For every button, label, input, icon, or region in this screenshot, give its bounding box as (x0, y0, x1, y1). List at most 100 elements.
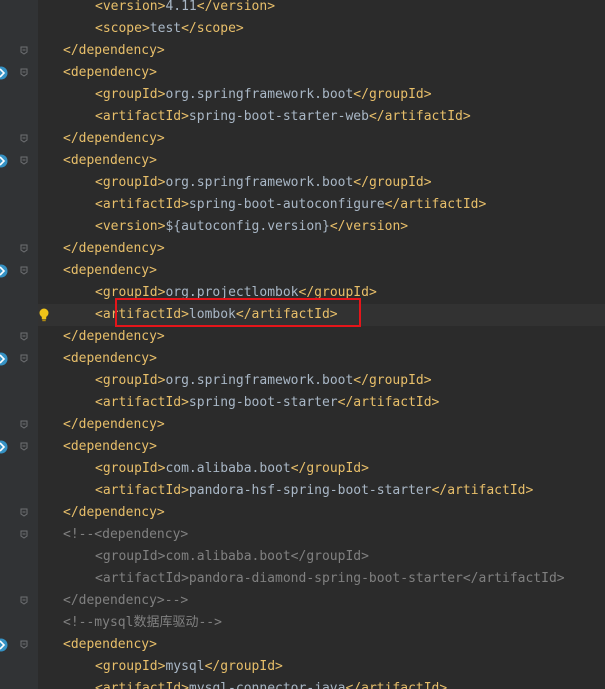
fold-marker-icon[interactable] (20, 46, 28, 55)
code-editor[interactable]: <version>4.11</version> <scope>test</scop… (0, 0, 605, 689)
xml-tag: </groupId> (353, 175, 432, 190)
code-line[interactable]: </dependency> (63, 414, 165, 436)
xml-value: 4.11 (165, 0, 197, 14)
code-line[interactable]: <version>4.11</version> (95, 0, 275, 18)
code-line[interactable]: <dependency> (63, 62, 157, 84)
code-line[interactable]: <artifactId>pandora-diamond-spring-boot-… (95, 568, 565, 590)
xml-tag: </artifactId> (384, 197, 487, 212)
xml-value: spring-boot-autoconfigure (188, 197, 385, 212)
code-line[interactable]: <version>${autoconfig.version}</version> (95, 216, 408, 238)
xml-tag: </artifactId> (345, 681, 448, 689)
xml-value: org.springframework.boot (165, 373, 354, 388)
xml-tag: <groupId> (95, 87, 166, 102)
xml-value: org.projectlombok (165, 285, 299, 300)
code-line[interactable]: <groupId>com.alibaba.boot</groupId> (95, 546, 369, 568)
xml-value: mysql (165, 659, 205, 674)
code-line[interactable]: </dependency> (63, 238, 165, 260)
maven-dependency-icon[interactable] (0, 440, 8, 454)
code-line[interactable]: <dependency> (63, 150, 157, 172)
xml-value: pandora-hsf-spring-boot-starter (188, 483, 432, 498)
xml-value: lombok (188, 307, 236, 322)
code-line[interactable]: <artifactId>spring-boot-starter</artifac… (95, 392, 439, 414)
fold-marker-icon[interactable] (20, 332, 28, 341)
xml-tag: <version> (95, 0, 166, 14)
editor-gutter[interactable] (0, 0, 38, 689)
intention-bulb-icon[interactable] (38, 308, 50, 322)
xml-tag: <dependency> (63, 263, 157, 278)
xml-value: com.alibaba.boot (165, 461, 291, 476)
xml-tag: </version> (329, 219, 409, 234)
fold-marker-icon[interactable] (20, 640, 28, 649)
code-line[interactable]: </dependency> (63, 326, 165, 348)
code-line[interactable]: <groupId>org.springframework.boot</group… (95, 370, 432, 392)
code-line[interactable]: <artifactId>spring-boot-starter-web</art… (95, 106, 471, 128)
fold-marker-icon[interactable] (20, 134, 28, 143)
fold-marker-icon[interactable] (20, 420, 28, 429)
fold-marker-icon[interactable] (20, 244, 28, 253)
code-line[interactable]: <dependency> (63, 348, 157, 370)
fold-marker-icon[interactable] (20, 508, 28, 517)
code-line[interactable]: <dependency> (63, 260, 157, 282)
xml-comment: <groupId>com.alibaba.boot</groupId> (95, 549, 369, 564)
code-line[interactable]: <groupId>org.springframework.boot</group… (95, 84, 432, 106)
xml-tag: </dependency> (63, 417, 165, 432)
maven-dependency-icon[interactable] (0, 264, 8, 278)
xml-value: org.springframework.boot (165, 87, 354, 102)
code-line[interactable]: <!--mysql数据库驱动--> (63, 612, 222, 634)
xml-tag: <scope> (95, 21, 150, 36)
fold-marker-icon[interactable] (20, 266, 28, 275)
fold-marker-icon[interactable] (20, 442, 28, 451)
code-line[interactable]: <artifactId>spring-boot-autoconfigure</a… (95, 194, 486, 216)
xml-tag: <dependency> (63, 153, 157, 168)
maven-dependency-icon[interactable] (0, 352, 8, 366)
xml-tag: </dependency> (63, 241, 165, 256)
xml-comment: <artifactId>pandora-diamond-spring-boot-… (95, 571, 565, 586)
xml-tag: </dependency> (63, 131, 165, 146)
fold-marker-icon[interactable] (20, 596, 28, 605)
code-line[interactable]: <artifactId>lombok</artifactId> (95, 304, 338, 326)
fold-marker-icon[interactable] (20, 354, 28, 363)
code-line[interactable]: </dependency>--> (63, 590, 188, 612)
code-line[interactable]: </dependency> (63, 128, 165, 150)
maven-dependency-icon[interactable] (0, 154, 8, 168)
xml-tag: </groupId> (290, 461, 369, 476)
code-line[interactable]: <scope>test</scope> (95, 18, 244, 40)
code-line[interactable]: <groupId>mysql</groupId> (95, 656, 283, 678)
xml-tag: <artifactId> (95, 307, 189, 322)
xml-comment: <!--<dependency> (63, 527, 189, 542)
code-line[interactable]: </dependency> (63, 40, 165, 62)
xml-value: mysql-connector-java (188, 681, 346, 689)
xml-tag: <dependency> (63, 439, 157, 454)
xml-tag: </dependency> (63, 43, 165, 58)
maven-dependency-icon[interactable] (0, 66, 8, 80)
code-line[interactable]: <groupId>org.springframework.boot</group… (95, 172, 432, 194)
xml-tag: <dependency> (63, 351, 157, 366)
fold-marker-icon[interactable] (20, 530, 28, 539)
maven-dependency-icon[interactable] (0, 638, 8, 652)
xml-tag: </groupId> (298, 285, 377, 300)
code-line[interactable]: <groupId>org.projectlombok</groupId> (95, 282, 377, 304)
code-line[interactable]: <!--<dependency> (63, 524, 188, 546)
xml-value: test (149, 21, 182, 36)
xml-tag: <artifactId> (95, 109, 189, 124)
xml-tag: </scope> (181, 21, 244, 36)
xml-tag: <groupId> (95, 373, 166, 388)
code-line[interactable]: <artifactId>pandora-hsf-spring-boot-star… (95, 480, 533, 502)
xml-tag: </dependency> (63, 329, 165, 344)
code-line[interactable]: <dependency> (63, 634, 157, 656)
xml-tag: <artifactId> (95, 681, 189, 689)
code-line[interactable]: <artifactId>mysql-connector-java</artifa… (95, 678, 447, 689)
fold-marker-icon[interactable] (20, 68, 28, 77)
code-line[interactable]: <groupId>com.alibaba.boot</groupId> (95, 458, 369, 480)
xml-value: org.springframework.boot (165, 175, 354, 190)
fold-marker-icon[interactable] (20, 156, 28, 165)
code-area[interactable]: <version>4.11</version> <scope>test</scop… (38, 0, 605, 689)
xml-tag: </artifactId> (431, 483, 534, 498)
xml-tag: <groupId> (95, 461, 166, 476)
code-line[interactable]: <dependency> (63, 436, 157, 458)
xml-tag: <artifactId> (95, 395, 189, 410)
xml-value: spring-boot-starter (188, 395, 338, 410)
xml-tag: <artifactId> (95, 483, 189, 498)
code-line[interactable]: </dependency> (63, 502, 165, 524)
xml-tag: <groupId> (95, 285, 166, 300)
